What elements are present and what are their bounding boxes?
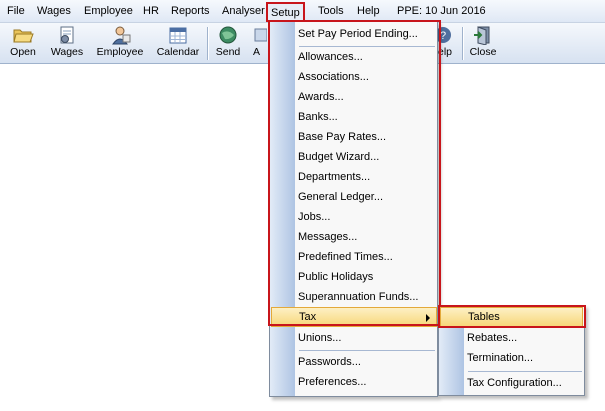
open-label: Open: [10, 46, 36, 58]
toolbar-separator: [462, 27, 463, 60]
calendar-label: Calendar: [156, 46, 200, 58]
menu-wages[interactable]: Wages: [37, 0, 71, 23]
tax-submenu: Tables Rebates... Termination... Tax Con…: [438, 305, 585, 396]
submenu-item-tax-configuration[interactable]: Tax Configuration...: [464, 373, 584, 393]
close-label: Close: [469, 46, 497, 58]
wages-button[interactable]: Wages: [48, 25, 86, 62]
help-button[interactable]: ? elp: [438, 25, 460, 62]
wages-label: Wages: [50, 46, 84, 58]
menu-item-set-pay-period-ending[interactable]: Set Pay Period Ending...: [295, 24, 437, 44]
menu-item-tax[interactable]: Tax: [271, 307, 437, 327]
menu-employee[interactable]: Employee: [84, 0, 133, 23]
menu-tools[interactable]: Tools: [318, 0, 344, 23]
folder-open-icon: [13, 29, 34, 43]
menu-item-base-pay-rates[interactable]: Base Pay Rates...: [295, 127, 437, 147]
menu-item-superannuation-funds[interactable]: Superannuation Funds...: [295, 287, 437, 307]
menu-separator: [299, 350, 435, 351]
menu-help[interactable]: Help: [357, 0, 380, 23]
calendar-button[interactable]: Calendar: [155, 25, 201, 62]
pay-period-ending-label: PPE: 10 Jun 2016: [397, 5, 486, 17]
svg-text:?: ?: [440, 30, 446, 42]
menu-item-budget-wizard[interactable]: Budget Wizard...: [295, 147, 437, 167]
menu-item-allowances[interactable]: Allowances...: [295, 47, 437, 67]
employee-button[interactable]: Employee: [95, 25, 145, 62]
menu-icon-gutter: [270, 22, 295, 396]
menu-item-passwords[interactable]: Passwords...: [295, 352, 437, 372]
send-globe-icon: [219, 26, 237, 44]
menu-item-public-holidays[interactable]: Public Holidays: [295, 267, 437, 287]
help-label: elp: [438, 46, 453, 58]
submenu-item-tables[interactable]: Tables: [440, 307, 583, 327]
menu-setup[interactable]: Setup: [266, 2, 305, 22]
menu-item-messages[interactable]: Messages...: [295, 227, 437, 247]
menu-hr[interactable]: HR: [143, 0, 159, 23]
menu-item-general-ledger[interactable]: General Ledger...: [295, 187, 437, 207]
menu-item-tax-label: Tax: [299, 311, 317, 323]
exit-door-icon: [474, 26, 490, 45]
menu-analyser[interactable]: Analyser: [222, 0, 265, 23]
partial-label: A: [253, 46, 261, 58]
send-button[interactable]: Send: [213, 25, 243, 62]
menu-item-awards[interactable]: Awards...: [295, 87, 437, 107]
partial-button-a[interactable]: A: [253, 25, 267, 62]
calendar-icon: [169, 27, 187, 44]
menu-item-jobs[interactable]: Jobs...: [295, 207, 437, 227]
setup-menu: Set Pay Period Ending... Allowances... A…: [268, 20, 441, 397]
submenu-item-termination[interactable]: Termination...: [464, 348, 584, 368]
submenu-separator: [468, 371, 582, 372]
menu-bar: File Wages Employee HR Reports Analyser …: [0, 0, 605, 23]
partial-icon: [254, 28, 267, 42]
employee-label: Employee: [96, 46, 144, 58]
send-label: Send: [215, 46, 241, 58]
submenu-item-rebates[interactable]: Rebates...: [464, 328, 584, 348]
help-icon: ?: [438, 27, 451, 43]
menu-item-predefined-times[interactable]: Predefined Times...: [295, 247, 437, 267]
employee-icon: [112, 26, 131, 45]
menu-item-associations[interactable]: Associations...: [295, 67, 437, 87]
toolbar-separator: [207, 27, 208, 60]
menu-item-departments[interactable]: Departments...: [295, 167, 437, 187]
open-button[interactable]: Open: [8, 25, 38, 62]
wages-document-icon: [60, 26, 74, 44]
close-button[interactable]: Close: [468, 25, 498, 62]
submenu-arrow-icon: [426, 314, 430, 322]
menu-reports[interactable]: Reports: [171, 0, 210, 23]
menu-item-unions[interactable]: Unions...: [295, 328, 437, 348]
menu-item-banks[interactable]: Banks...: [295, 107, 437, 127]
menu-file[interactable]: File: [7, 0, 25, 23]
menu-item-preferences[interactable]: Preferences...: [295, 372, 437, 392]
